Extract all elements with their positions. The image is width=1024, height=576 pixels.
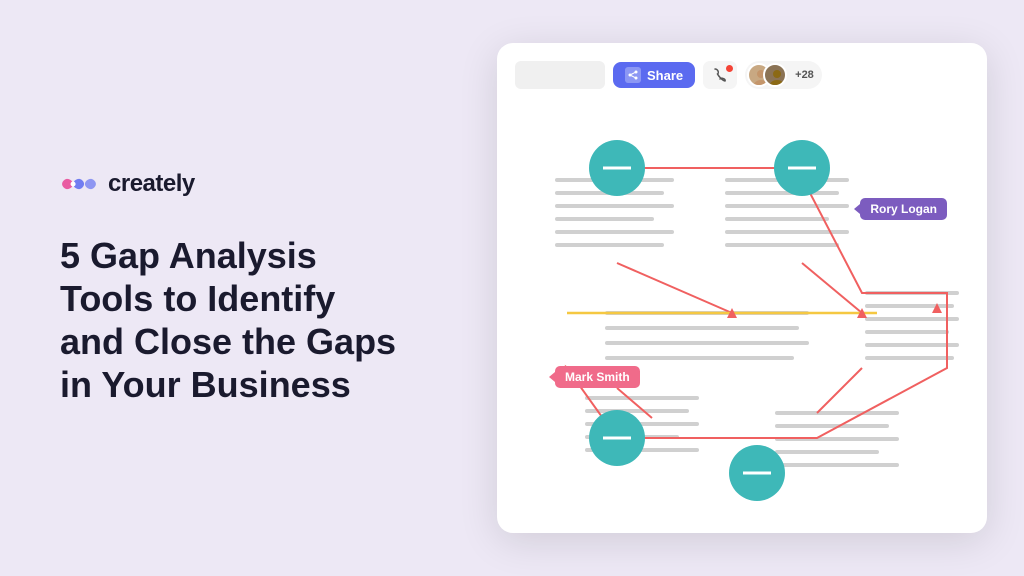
share-icon (625, 67, 641, 83)
toolbar: Share +28 (515, 61, 822, 89)
diagram-content (517, 113, 967, 513)
share-label: Share (647, 68, 683, 83)
avatar-stack (747, 63, 787, 87)
headline-line1: 5 Gap Analysis (60, 235, 317, 276)
right-panel: Share +28 (460, 0, 1024, 576)
headline-line2: Tools to Identify (60, 278, 335, 319)
logo-text: creately (108, 170, 195, 198)
headline-line4: in Your Business (60, 364, 351, 405)
mark-smith-label: Mark Smith (565, 370, 630, 384)
logo-icon (60, 173, 98, 195)
rory-logan-label: Rory Logan (870, 202, 937, 216)
left-panel: creately 5 Gap Analysis Tools to Identif… (0, 122, 460, 455)
tooltip-rory: Rory Logan (860, 198, 947, 220)
headline: 5 Gap Analysis Tools to Identify and Clo… (60, 234, 400, 407)
diagram-svg (517, 113, 967, 513)
avatars-count: +28 (795, 69, 814, 81)
phone-button[interactable] (703, 61, 737, 89)
avatar-2 (763, 63, 787, 87)
share-button[interactable]: Share (613, 62, 695, 88)
avatars-group[interactable]: +28 (745, 61, 822, 89)
tooltip-mark: Mark Smith (555, 366, 640, 388)
recording-dot (726, 65, 733, 72)
headline-line3: and Close the Gaps (60, 321, 396, 362)
diagram-card: Share +28 (497, 43, 987, 533)
search-bar[interactable] (515, 61, 605, 89)
logo-area: creately (60, 170, 400, 198)
